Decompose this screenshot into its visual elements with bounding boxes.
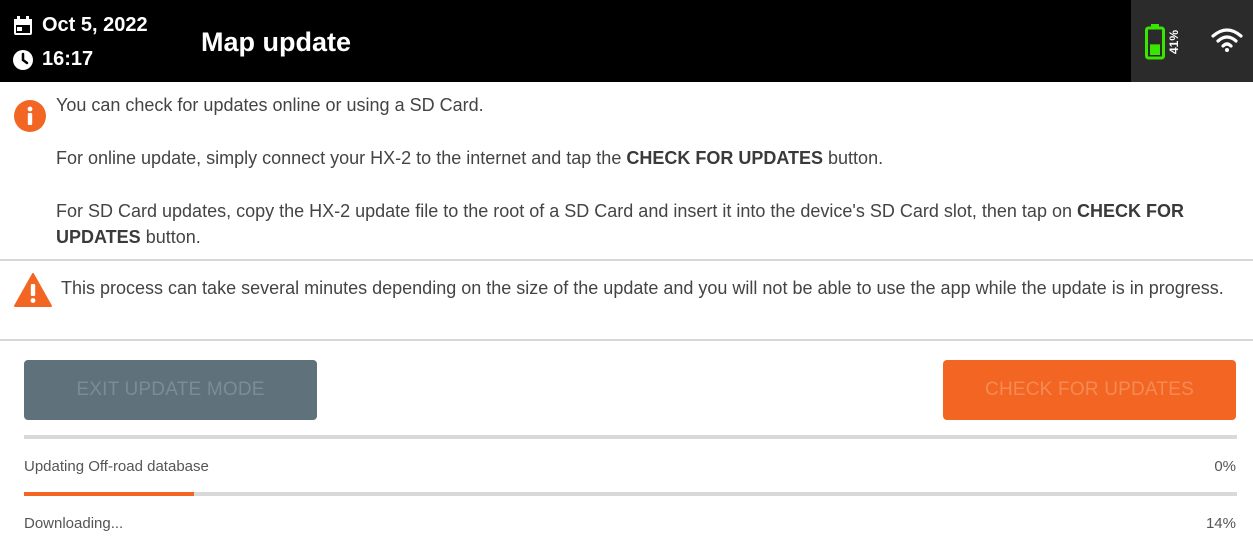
- info-text-intro: You can check for updates online or usin…: [56, 95, 484, 115]
- page-title: Map update: [201, 27, 352, 57]
- time-display: 16:17: [12, 48, 93, 71]
- date-text: Oct 5, 2022: [42, 14, 148, 36]
- progress-fill: [24, 492, 194, 496]
- battery-percent: 41%: [1167, 29, 1181, 55]
- check-for-updates-button[interactable]: CHECK FOR UPDATES: [943, 360, 1236, 420]
- divider: [0, 259, 1253, 261]
- progress-bar-offroad: [24, 435, 1237, 439]
- info-sdcard-post: button.: [140, 227, 201, 247]
- info-online-post: button.: [823, 148, 884, 168]
- time-text: 16:17: [42, 48, 94, 70]
- battery-icon: [1145, 24, 1165, 60]
- info-online-pre: For online update, simply connect your H…: [56, 148, 627, 168]
- progress-label-download: Downloading...: [24, 515, 124, 532]
- status-area: 41%: [1131, 0, 1253, 82]
- warning-icon: [14, 273, 52, 307]
- top-bar: Oct 5, 2022 16:17 Map update 41%: [0, 0, 1253, 82]
- progress-percent-offroad: 0%: [1214, 458, 1236, 475]
- info-text-online: For online update, simply connect your H…: [56, 148, 883, 169]
- progress-label-offroad: Updating Off-road database: [24, 458, 209, 475]
- progress-bar-download: [24, 492, 1237, 496]
- info-sdcard-pre: For SD Card updates, copy the HX-2 updat…: [56, 201, 1077, 221]
- wifi-icon: [1211, 28, 1243, 52]
- clock-icon: [13, 49, 33, 70]
- divider: [0, 339, 1253, 341]
- info-text-sdcard: For SD Card updates, copy the HX-2 updat…: [56, 198, 1246, 250]
- date-display: Oct 5, 2022: [12, 14, 148, 37]
- warning-text: This process can take several minutes de…: [61, 278, 1224, 298]
- exit-update-mode-button[interactable]: EXIT UPDATE MODE: [24, 360, 317, 420]
- progress-percent-download: 14%: [1205, 515, 1236, 532]
- info-icon: [14, 100, 46, 132]
- calendar-icon: [14, 15, 32, 35]
- info-online-bold: CHECK FOR UPDATES: [626, 148, 824, 168]
